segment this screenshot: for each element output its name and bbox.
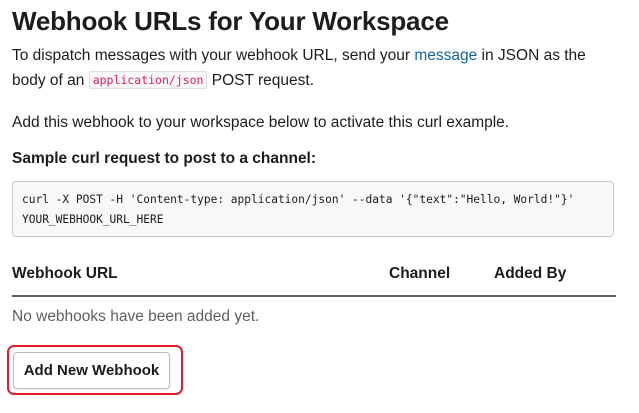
intro-text: To dispatch messages with your webhook U…: [12, 47, 415, 64]
page-title: Webhook URLs for Your Workspace: [12, 6, 449, 36]
message-link[interactable]: message: [414, 47, 477, 64]
add-new-webhook-button[interactable]: Add New Webhook: [13, 352, 170, 389]
column-header-channel: Channel: [389, 265, 451, 282]
webhook-table-header: Webhook URL Channel Added By: [12, 262, 616, 297]
sample-curl-code: curl -X POST -H 'Content-type: applicati…: [12, 181, 614, 237]
column-header-added-by: Added By: [494, 265, 567, 282]
intro-paragraph: To dispatch messages with your webhook U…: [12, 44, 612, 93]
intro-text-end: POST request.: [207, 72, 315, 89]
column-header-webhook-url: Webhook URL: [12, 265, 118, 282]
activate-note: Add this webhook to your workspace below…: [12, 114, 510, 131]
empty-table-message: No webhooks have been added yet.: [12, 308, 260, 325]
content-type-code: application/json: [88, 71, 208, 89]
sample-curl-label: Sample curl request to post to a channel…: [12, 150, 317, 167]
